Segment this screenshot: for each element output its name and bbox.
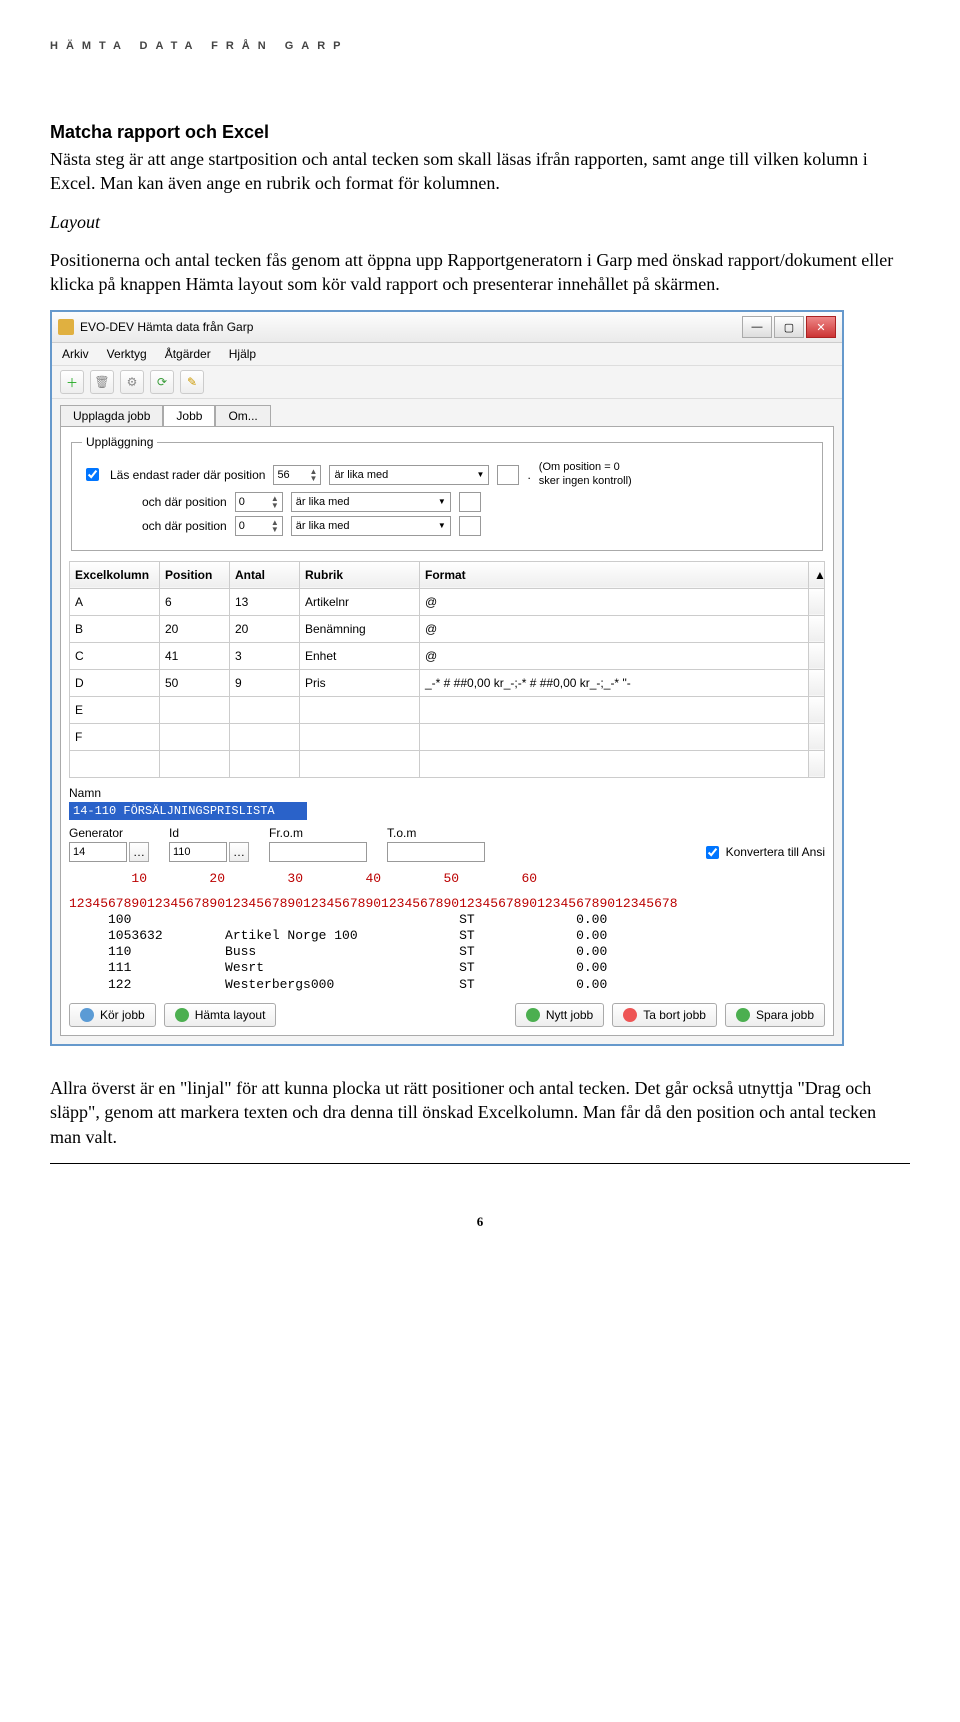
table-row[interactable]: E xyxy=(70,696,825,723)
section2-paragraph: Positionerna och antal tecken fås genom … xyxy=(50,248,910,297)
tab-jobb[interactable]: Jobb xyxy=(163,405,215,426)
tabstrip: Upplagda jobb Jobb Om... xyxy=(52,399,842,426)
menu-hjalp[interactable]: Hjälp xyxy=(229,347,256,361)
section2-title: Layout xyxy=(50,210,910,234)
generator-input[interactable]: 14 xyxy=(69,842,127,862)
toolbar-edit-icon[interactable]: ✎ xyxy=(180,370,204,394)
toolbar-refresh-icon[interactable]: ⟳ xyxy=(150,370,174,394)
maximize-button[interactable]: ▢ xyxy=(774,316,804,338)
id-browse-button[interactable]: … xyxy=(229,842,249,862)
preview-row[interactable]: 111 Wesrt ST 0.00 xyxy=(69,960,825,976)
toolbar-new-icon[interactable]: ＋ xyxy=(60,370,84,394)
save-job-button[interactable]: Spara jobb xyxy=(725,1003,825,1027)
table-row[interactable]: A613Artikelnr@ xyxy=(70,588,825,615)
preview-row[interactable]: 110 Buss ST 0.00 xyxy=(69,944,825,960)
position2-spinner[interactable]: 0▲▼ xyxy=(235,492,283,512)
page-number: 6 xyxy=(50,1214,910,1230)
footer-rule xyxy=(50,1163,910,1164)
menu-verktyg[interactable]: Verktyg xyxy=(107,347,147,361)
op3-combo[interactable]: är lika med▼ xyxy=(291,516,451,536)
gear-icon xyxy=(80,1008,94,1022)
report-fields: Namn 14-110 FÖRSÄLJNINGSPRISLISTA Genera… xyxy=(69,786,825,1027)
section1-paragraph: Nästa steg är att ange startposition och… xyxy=(50,147,910,196)
menu-arkiv[interactable]: Arkiv xyxy=(62,347,89,361)
grid-header-position[interactable]: Position xyxy=(160,561,230,588)
table-row[interactable]: F xyxy=(70,723,825,750)
preview-row[interactable]: 122 Westerbergs000 ST 0.00 xyxy=(69,977,825,993)
grid-header-format[interactable]: Format xyxy=(420,561,809,588)
app-icon xyxy=(58,319,74,335)
columns-grid[interactable]: Excelkolumn Position Antal Rubrik Format… xyxy=(69,561,825,778)
read-only-rows-checkbox[interactable] xyxy=(86,468,99,481)
from-label: Fr.o.m xyxy=(269,826,367,840)
grid-header-excelkolumn[interactable]: Excelkolumn xyxy=(70,561,160,588)
check-icon xyxy=(736,1008,750,1022)
ruler-ones: 1234567890123456789012345678901234567890… xyxy=(69,897,825,912)
minimize-button[interactable]: — xyxy=(742,316,772,338)
app-window: EVO-DEV Hämta data från Garp — ▢ ✕ Arkiv… xyxy=(50,310,844,1046)
table-row[interactable]: D509Pris_-* # ##0,00 kr_-;-* # ##0,00 kr… xyxy=(70,669,825,696)
to-input[interactable] xyxy=(387,842,485,862)
and-label-2: och där position xyxy=(142,519,227,533)
id-label: Id xyxy=(169,826,249,840)
op2-combo[interactable]: är lika med▼ xyxy=(291,492,451,512)
table-row[interactable]: C413Enhet@ xyxy=(70,642,825,669)
from-input[interactable] xyxy=(269,842,367,862)
position1-spinner[interactable]: 56▲▼ xyxy=(273,465,321,485)
button-bar: Kör jobb Hämta layout Nytt jobb Ta bort … xyxy=(69,1003,825,1027)
ruler-tens: 10 20 30 40 50 60 xyxy=(69,872,825,887)
section1-title: Matcha rapport och Excel xyxy=(50,122,910,143)
val3-input[interactable] xyxy=(459,516,481,536)
tab-body: Uppläggning Läs endast rader där positio… xyxy=(60,426,834,1036)
refresh-icon xyxy=(175,1008,189,1022)
table-row[interactable]: B2020Benämning@ xyxy=(70,615,825,642)
name-label: Namn xyxy=(69,786,825,800)
window-title: EVO-DEV Hämta data från Garp xyxy=(80,320,253,334)
grid-header-antal[interactable]: Antal xyxy=(230,561,300,588)
toolbar-delete-icon[interactable]: 🗑 xyxy=(90,370,114,394)
menu-atgarder[interactable]: Åtgärder xyxy=(165,347,211,361)
table-row[interactable] xyxy=(70,750,825,777)
tab-om[interactable]: Om... xyxy=(215,405,270,426)
and-label-1: och där position xyxy=(142,495,227,509)
menubar: Arkiv Verktyg Åtgärder Hjälp xyxy=(52,343,842,366)
close-button[interactable]: ✕ xyxy=(806,316,836,338)
val1-input[interactable] xyxy=(497,465,519,485)
toolbar: ＋ 🗑 ⚙ ⟳ ✎ xyxy=(52,366,842,399)
tab-upplagda-jobb[interactable]: Upplagda jobb xyxy=(60,405,163,426)
run-job-button[interactable]: Kör jobb xyxy=(69,1003,156,1027)
trash-icon xyxy=(623,1008,637,1022)
val2-input[interactable] xyxy=(459,492,481,512)
checkbox-label: Läs endast rader där position xyxy=(110,468,265,482)
ansi-checkbox[interactable] xyxy=(706,846,719,859)
titlebar: EVO-DEV Hämta data från Garp — ▢ ✕ xyxy=(52,312,842,343)
preview-row[interactable]: 100 ST 0.00 xyxy=(69,912,825,928)
toolbar-run-icon[interactable]: ⚙ xyxy=(120,370,144,394)
upplaggning-fieldset: Uppläggning Läs endast rader där positio… xyxy=(71,435,823,550)
op1-combo[interactable]: är lika med▼ xyxy=(329,465,489,485)
id-input[interactable]: 110 xyxy=(169,842,227,862)
ansi-label: Konvertera till Ansi xyxy=(726,845,825,859)
plus-icon xyxy=(526,1008,540,1022)
preview-row[interactable]: 1053632 Artikel Norge 100 ST 0.00 xyxy=(69,928,825,944)
footer-paragraph: Allra överst är en "linjal" för att kunn… xyxy=(50,1076,910,1149)
dot-label: . xyxy=(527,468,530,482)
position3-spinner[interactable]: 0▲▼ xyxy=(235,516,283,536)
fetch-layout-button[interactable]: Hämta layout xyxy=(164,1003,277,1027)
name-input[interactable]: 14-110 FÖRSÄLJNINGSPRISLISTA xyxy=(69,802,307,820)
delete-job-button[interactable]: Ta bort jobb xyxy=(612,1003,717,1027)
generator-label: Generator xyxy=(69,826,149,840)
to-label: T.o.m xyxy=(387,826,485,840)
fieldset-legend: Uppläggning xyxy=(82,435,157,449)
hint-text: (Om position = 0sker ingen kontroll) xyxy=(539,461,632,487)
generator-browse-button[interactable]: … xyxy=(129,842,149,862)
new-job-button[interactable]: Nytt jobb xyxy=(515,1003,604,1027)
page-header: HÄMTA DATA FRÅN GARP xyxy=(50,40,910,52)
grid-header-rubrik[interactable]: Rubrik xyxy=(300,561,420,588)
grid-scroll-up[interactable]: ▲ xyxy=(809,561,825,588)
